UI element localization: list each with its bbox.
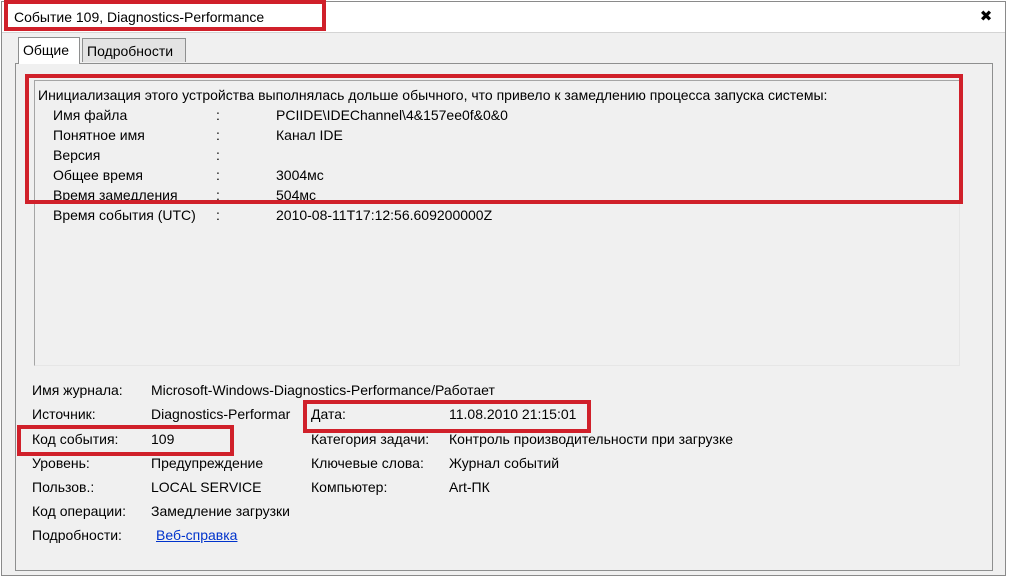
event-id-label: Код события: — [32, 431, 119, 447]
keywords-label: Ключевые слова: — [311, 455, 424, 471]
description-key: Имя файла — [53, 107, 128, 123]
log-name-value: Microsoft-Windows-Diagnostics-Performanc… — [151, 382, 495, 398]
close-icon[interactable]: ✖ — [977, 8, 995, 26]
user-label: Пользов.: — [32, 479, 95, 495]
event-description-box[interactable]: Инициализация этого устройства выполняла… — [34, 80, 960, 366]
date-label: Дата: — [311, 406, 346, 422]
general-tab-panel: Инициализация этого устройства выполняла… — [15, 63, 993, 571]
level-label: Уровень: — [32, 455, 90, 471]
web-help-link[interactable]: Веб-справка — [156, 527, 237, 543]
title-bar: Событие 109, Diagnostics-Performance ✖ — [2, 2, 1005, 33]
task-category-label: Категория задачи: — [311, 431, 430, 447]
task-category-value: Контроль производительности при загрузке — [449, 431, 734, 447]
more-info-label: Подробности: — [32, 527, 122, 543]
description-colon: : — [216, 167, 220, 183]
description-colon: : — [216, 147, 220, 163]
description-colon: : — [216, 187, 220, 203]
source-label: Источник: — [32, 406, 96, 422]
tab-general[interactable]: Общие — [18, 37, 80, 64]
level-value: Предупреждение — [151, 455, 264, 471]
user-value: LOCAL SERVICE — [151, 479, 262, 495]
description-key: Время события (UTC) — [53, 207, 196, 223]
description-key: Версия — [53, 147, 101, 163]
description-value: 504мс — [276, 187, 316, 203]
description-colon: : — [216, 127, 220, 143]
event-id-value: 109 — [151, 431, 175, 447]
tab-details[interactable]: Подробности — [82, 38, 186, 62]
description-intro: Инициализация этого устройства выполняла… — [38, 87, 828, 103]
source-value: Diagnostics-Performar — [151, 406, 291, 422]
log-name-label: Имя журнала: — [32, 382, 123, 398]
computer-label: Компьютер: — [311, 479, 388, 495]
opcode-value: Замедление загрузки — [151, 503, 291, 519]
date-value: 11.08.2010 21:15:01 — [449, 406, 577, 422]
description-key: Время замедления — [53, 187, 178, 203]
opcode-label: Код операции: — [32, 503, 126, 519]
event-properties-window: Событие 109, Diagnostics-Performance ✖ О… — [1, 1, 1006, 576]
description-key: Общее время — [53, 167, 143, 183]
description-value: PCIIDE\IDEChannel\4&157ee0f&0&0 — [276, 107, 508, 123]
description-colon: : — [216, 107, 220, 123]
description-colon: : — [216, 207, 220, 223]
description-value: 2010-08-11T17:12:56.609200000Z — [276, 207, 493, 223]
keywords-value: Журнал событий — [449, 455, 560, 471]
description-value: Канал IDE — [276, 127, 343, 143]
description-key: Понятное имя — [53, 127, 145, 143]
window-title: Событие 109, Diagnostics-Performance — [14, 9, 265, 25]
computer-value: Art-ПК — [449, 479, 490, 495]
description-value: 3004мс — [276, 167, 324, 183]
